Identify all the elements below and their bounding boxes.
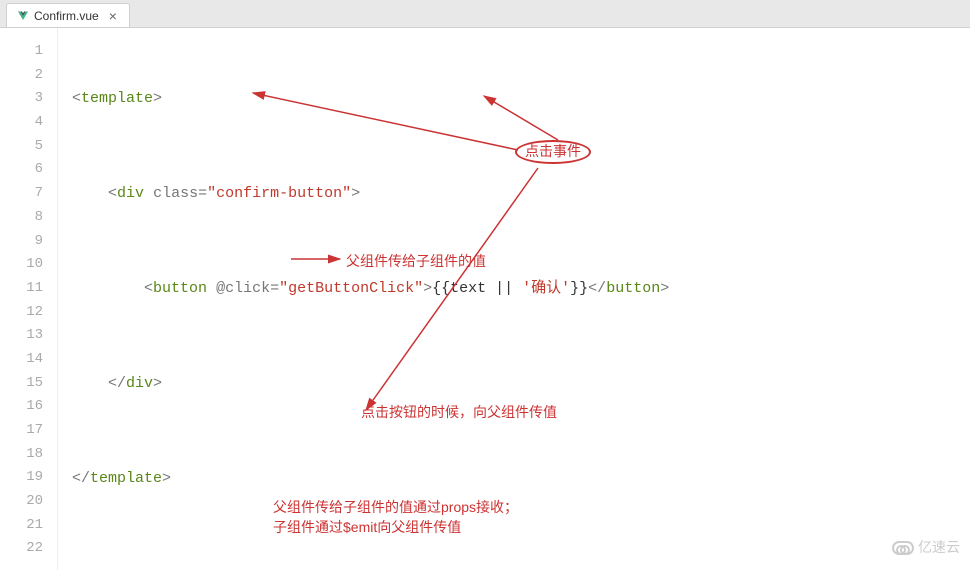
- code-token: template: [90, 470, 162, 487]
- code-token: "confirm-button": [207, 185, 351, 202]
- tab-filename: Confirm.vue: [34, 9, 99, 23]
- code-token: template: [81, 90, 153, 107]
- vue-icon: [17, 10, 29, 22]
- annotation-props: 父组件传给子组件的值: [346, 250, 486, 274]
- line-number: 9: [0, 230, 43, 254]
- code-token: </: [588, 280, 606, 297]
- close-icon[interactable]: ×: [107, 8, 119, 24]
- code-token: >: [423, 280, 432, 297]
- annotation-emit: 点击按钮的时候，向父组件传值: [361, 401, 557, 425]
- code-token: >: [153, 90, 162, 107]
- line-number: 18: [0, 443, 43, 467]
- line-number: 5: [0, 135, 43, 159]
- watermark-text: 亿速云: [918, 536, 960, 560]
- line-number: 12: [0, 301, 43, 325]
- line-number: 16: [0, 395, 43, 419]
- code-token: div: [117, 185, 144, 202]
- annotation-text: 点击事件: [525, 140, 581, 164]
- file-tab[interactable]: Confirm.vue ×: [6, 3, 130, 27]
- line-number: 10: [0, 253, 43, 277]
- code-token: >: [153, 375, 162, 392]
- code-token: >: [162, 470, 171, 487]
- code-token: <: [72, 90, 81, 107]
- code-token: "getButtonClick": [279, 280, 423, 297]
- watermark-icon: [892, 541, 914, 555]
- code-token: button: [606, 280, 660, 297]
- line-number: 21: [0, 514, 43, 538]
- line-number: 22: [0, 537, 43, 561]
- line-number: 15: [0, 372, 43, 396]
- code-token: button: [153, 280, 207, 297]
- code-token: '确认': [522, 280, 570, 297]
- line-number: 7: [0, 182, 43, 206]
- code-token: >: [351, 185, 360, 202]
- code-token: >: [660, 280, 669, 297]
- line-number: 19: [0, 466, 43, 490]
- code-token: <: [144, 280, 153, 297]
- code-token: }}: [570, 280, 588, 297]
- line-number: 17: [0, 419, 43, 443]
- code-token: </: [108, 375, 126, 392]
- line-number: 13: [0, 324, 43, 348]
- code-token: <: [108, 185, 117, 202]
- annotation-oval-click-event: 点击事件: [515, 140, 591, 164]
- line-number: 6: [0, 158, 43, 182]
- annotation-explain-2: 子组件通过$emit向父组件传值: [273, 516, 461, 540]
- line-number: 4: [0, 111, 43, 135]
- code-area[interactable]: <template> <div class="confirm-button"> …: [58, 28, 970, 570]
- line-number: 1: [0, 40, 43, 64]
- line-number: 2: [0, 64, 43, 88]
- line-gutter: 1 2 3 4 5 6 7 8 9 10 11 12 13 14 15 16 1…: [0, 28, 58, 570]
- code-token: [207, 280, 216, 297]
- line-number: 14: [0, 348, 43, 372]
- code-token: </: [72, 470, 90, 487]
- line-number: 20: [0, 490, 43, 514]
- code-token: @click=: [216, 280, 279, 297]
- code-token: class=: [153, 185, 207, 202]
- code-token: [144, 185, 153, 202]
- code-token: {{text ||: [432, 280, 522, 297]
- tab-bar: Confirm.vue ×: [0, 0, 970, 28]
- line-number: 8: [0, 206, 43, 230]
- code-editor[interactable]: 1 2 3 4 5 6 7 8 9 10 11 12 13 14 15 16 1…: [0, 28, 970, 570]
- watermark: 亿速云: [892, 536, 960, 560]
- line-number: 11: [0, 277, 43, 301]
- code-token: div: [126, 375, 153, 392]
- line-number: 3: [0, 87, 43, 111]
